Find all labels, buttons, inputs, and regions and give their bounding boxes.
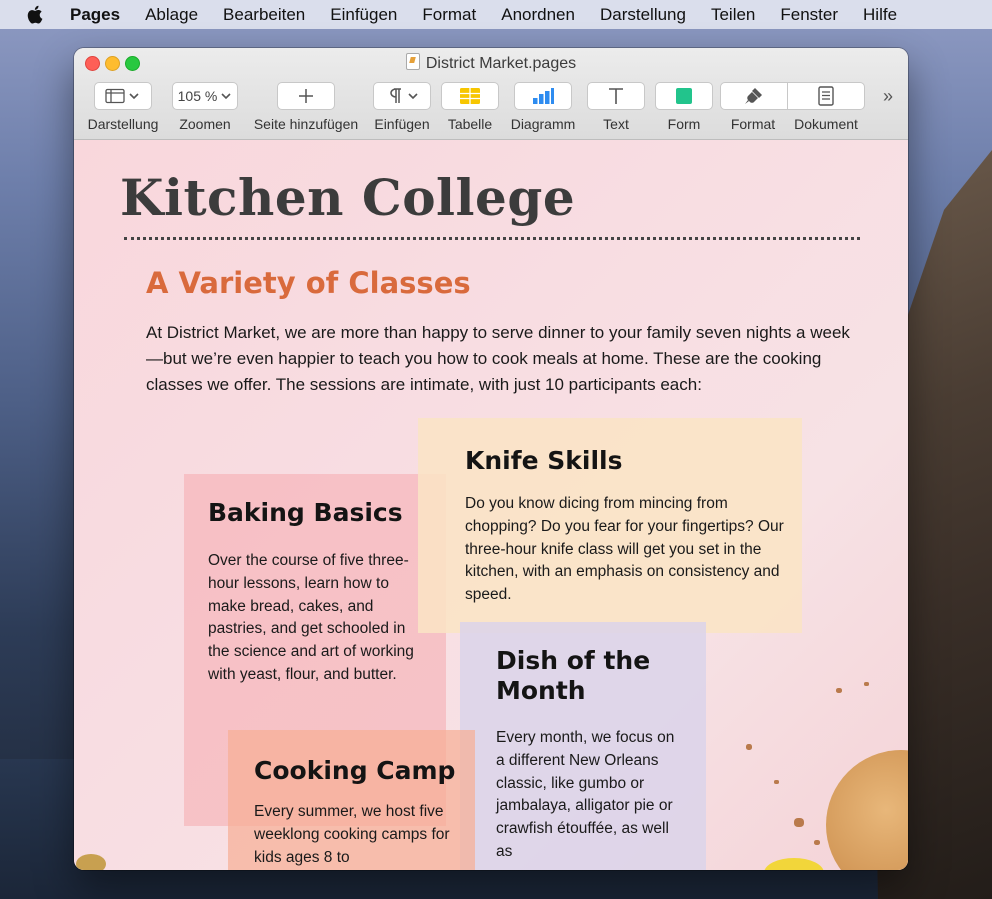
- menu-format[interactable]: Format: [422, 5, 476, 25]
- crumb: [746, 744, 752, 750]
- table-button[interactable]: [441, 82, 499, 110]
- text-button[interactable]: [587, 82, 645, 110]
- chart-label: Diagramm: [510, 116, 576, 132]
- sidebar-view-icon: [105, 88, 139, 104]
- crumb: [836, 688, 842, 693]
- paintbrush-icon: [745, 88, 762, 104]
- menu-darstellung[interactable]: Darstellung: [600, 5, 686, 25]
- card-knife-skills[interactable]: Knife Skills Do you know dicing from min…: [418, 418, 802, 633]
- menu-ablage[interactable]: Ablage: [145, 5, 198, 25]
- apple-icon[interactable]: [26, 5, 44, 25]
- cookie-image: [826, 750, 908, 870]
- document-title[interactable]: Kitchen College: [120, 168, 575, 227]
- lemon-image: [764, 858, 824, 870]
- toolbar-overflow-button[interactable]: »: [883, 86, 893, 107]
- shape-label: Form: [667, 116, 701, 132]
- crumb: [774, 780, 779, 784]
- view-button[interactable]: [94, 82, 152, 110]
- title-bar: District Market.pages Darstellung 105 % …: [74, 48, 908, 140]
- document-icon: [818, 86, 834, 106]
- menu-bearbeiten[interactable]: Bearbeiten: [223, 5, 305, 25]
- plus-icon: [299, 89, 313, 103]
- format-button[interactable]: [720, 82, 788, 110]
- table-icon: [460, 88, 480, 104]
- menu-teilen[interactable]: Teilen: [711, 5, 755, 25]
- view-label: Darstellung: [87, 116, 159, 132]
- text-label: Text: [603, 116, 629, 132]
- chart-button[interactable]: [514, 82, 572, 110]
- pilcrow-icon: [390, 88, 418, 103]
- format-label: Format: [730, 116, 776, 132]
- card-body: Do you know dicing from mincing from cho…: [465, 495, 784, 604]
- document-page[interactable]: Kitchen College A Variety of Classes At …: [74, 140, 908, 870]
- document-subtitle[interactable]: A Variety of Classes: [146, 266, 471, 300]
- window-title: District Market.pages: [74, 53, 908, 73]
- crumb: [814, 840, 820, 845]
- dotted-divider: [124, 237, 860, 240]
- menu-app-pages[interactable]: Pages: [70, 5, 120, 25]
- document-button[interactable]: [787, 82, 865, 110]
- shape-icon: [676, 88, 692, 104]
- card-body: Every month, we focus on a different New…: [496, 729, 675, 860]
- table-label: Tabelle: [447, 116, 493, 132]
- chevron-down-icon: [221, 93, 231, 100]
- card-body: Over the course of five three-hour lesso…: [208, 552, 414, 683]
- zoom-value: 105 %: [177, 88, 218, 104]
- menu-anordnen[interactable]: Anordnen: [501, 5, 575, 25]
- document-label: Dokument: [794, 116, 858, 132]
- menu-fenster[interactable]: Fenster: [780, 5, 838, 25]
- pages-file-icon: [405, 53, 420, 70]
- card-title: Knife Skills: [465, 446, 623, 475]
- crumb: [794, 818, 804, 827]
- insert-button[interactable]: [373, 82, 431, 110]
- crumb: [864, 682, 869, 686]
- card-body: Every summer, we host five weeklong cook…: [254, 803, 450, 866]
- card-title: Dish of the Month: [496, 646, 651, 705]
- menu-hilfe[interactable]: Hilfe: [863, 5, 897, 25]
- card-cooking-camp[interactable]: Cooking Camp Every summer, we host five …: [228, 730, 475, 870]
- window-title-text: District Market.pages: [425, 55, 577, 72]
- card-dish-of-the-month[interactable]: Dish of the Month Every month, we focus …: [460, 622, 706, 870]
- chart-icon: [533, 88, 554, 104]
- shape-button[interactable]: [655, 82, 713, 110]
- card-title: Baking Basics: [208, 498, 403, 527]
- add-page-label: Seite hinzufügen: [253, 116, 359, 132]
- pages-window: District Market.pages Darstellung 105 % …: [74, 48, 908, 870]
- zoom-label: Zoomen: [179, 116, 231, 132]
- card-title: Cooking Camp: [254, 756, 456, 785]
- menu-einfuegen[interactable]: Einfügen: [330, 5, 397, 25]
- zoom-dropdown[interactable]: 105 %: [172, 82, 238, 110]
- intro-paragraph[interactable]: At District Market, we are more than hap…: [146, 320, 866, 398]
- nuts-image: [76, 854, 106, 870]
- menu-bar: Pages Ablage Bearbeiten Einfügen Format …: [0, 0, 992, 29]
- add-page-button[interactable]: [277, 82, 335, 110]
- insert-label: Einfügen: [374, 116, 430, 132]
- text-icon: [609, 88, 623, 104]
